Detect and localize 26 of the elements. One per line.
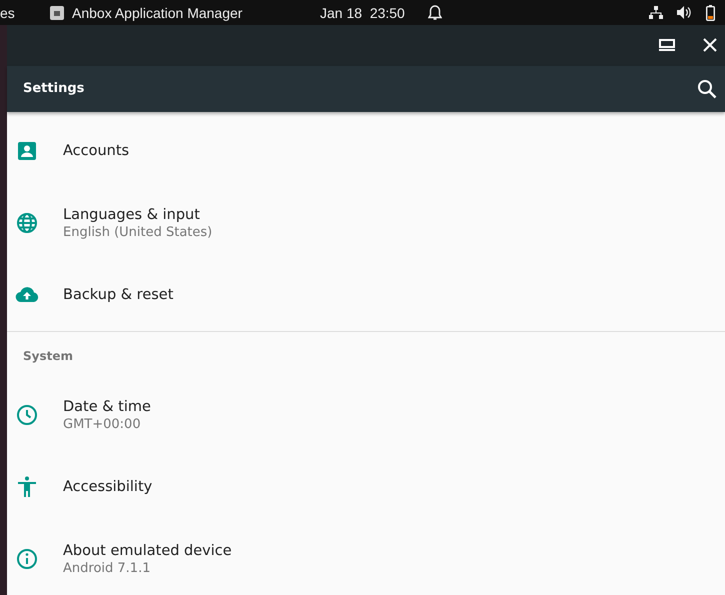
app-name[interactable]: Anbox Application Manager [72,4,242,20]
app-bar-title: Settings [23,81,84,96]
setting-title[interactable]: Date & time [63,398,151,414]
setting-title[interactable]: Accessibility [63,479,152,495]
activities-label[interactable]: es [0,4,50,20]
setting-title[interactable]: Backup & reset [63,287,174,303]
setting-title[interactable]: Languages & input [63,206,212,222]
setting-title[interactable]: About emulated device [63,542,232,558]
bell-icon[interactable] [428,4,442,20]
accessibility-icon [15,475,39,499]
setting-summary: GMT+00:00 [63,416,142,432]
network-icon[interactable] [649,6,663,19]
info-icon [15,547,39,571]
app-icon [50,6,64,20]
restore-button[interactable] [657,37,677,54]
volume-icon[interactable] [677,6,692,19]
clock[interactable]: Jan 18 23:50 [320,4,428,20]
section-header: System [23,348,73,362]
close-button[interactable] [701,36,719,54]
setting-summary: Android 7.1.1 [63,560,152,576]
setting-summary: English (United States) [63,224,212,240]
account-icon [15,139,39,163]
battery-icon[interactable] [706,4,715,20]
setting-title[interactable]: Accounts [63,143,130,159]
globe-icon [15,211,39,235]
clock-icon [15,403,39,427]
